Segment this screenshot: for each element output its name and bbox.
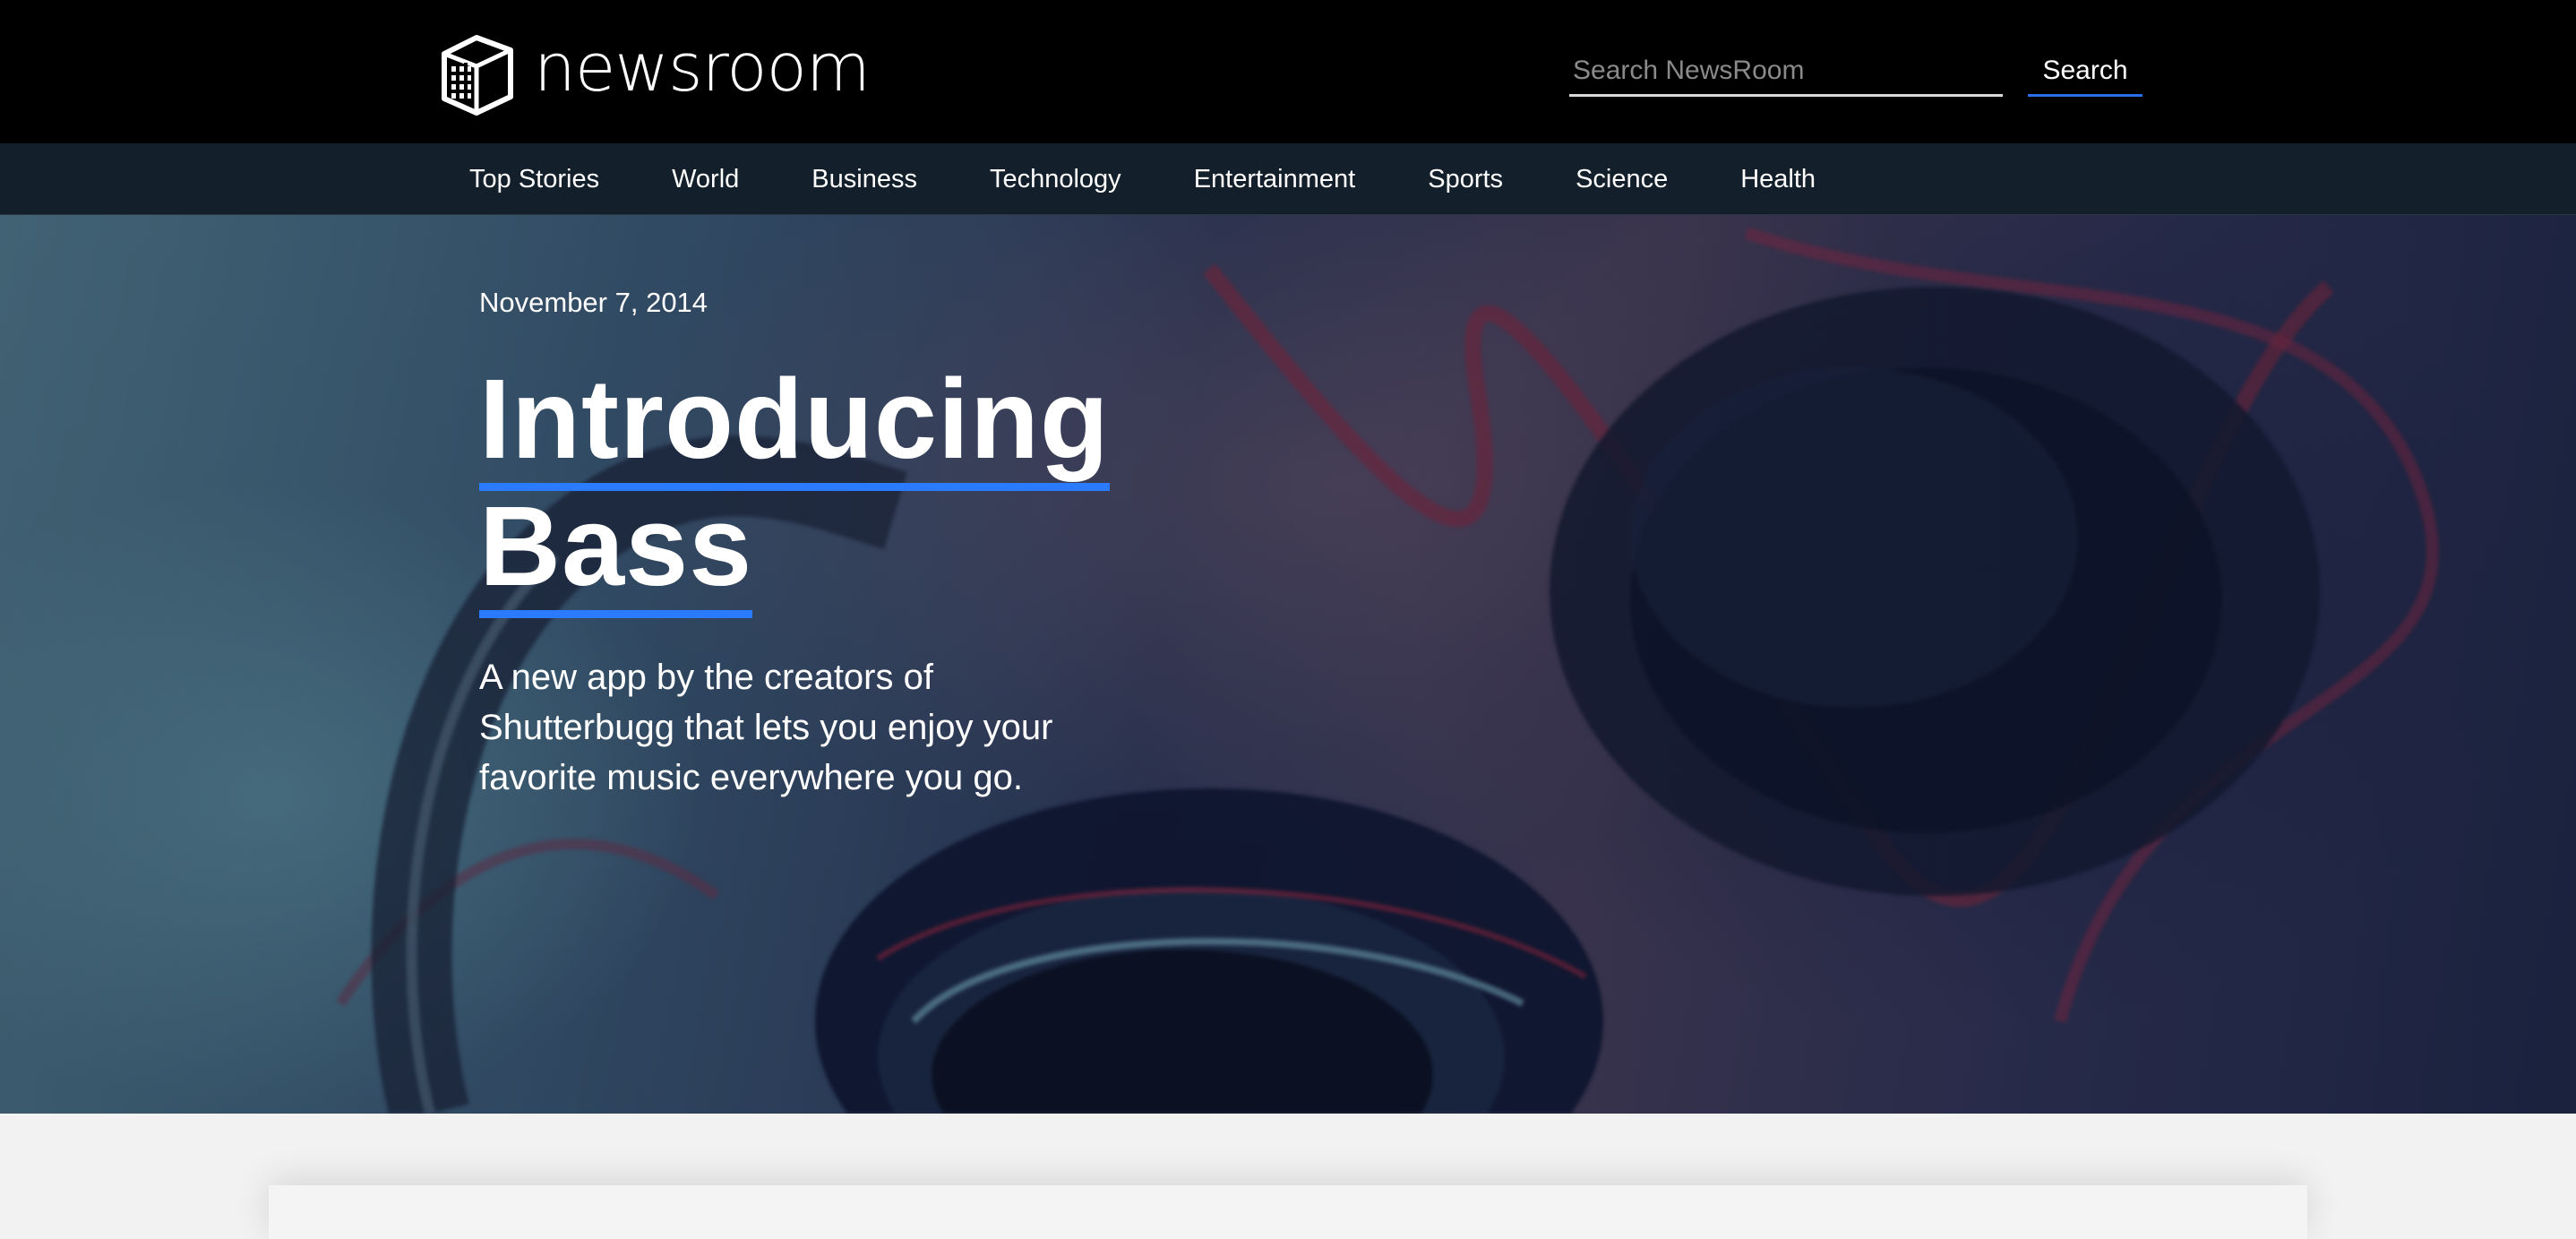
hero-title-line-2: Bass — [479, 490, 753, 618]
top-header: newsroom Search — [0, 0, 2576, 143]
section-nav-bar: Top Stories World Business Technology En… — [0, 143, 2576, 215]
hero-banner[interactable]: November 7, 2014 Introducing Bass A new … — [0, 215, 2576, 1114]
building-logo-icon — [442, 35, 513, 116]
hero-title-line-1: Introducing — [479, 363, 1110, 491]
logo-wordmark: newsroom — [534, 30, 871, 107]
search-field-wrapper — [1569, 47, 2003, 97]
nav-item-technology[interactable]: Technology — [990, 165, 1121, 194]
section-nav-list: Top Stories World Business Technology En… — [469, 143, 1888, 215]
search-button[interactable]: Search — [2028, 47, 2142, 97]
nav-item-business[interactable]: Business — [811, 165, 917, 194]
content-card — [269, 1185, 2307, 1239]
nav-item-science[interactable]: Science — [1576, 165, 1668, 194]
article-date: November 7, 2014 — [479, 287, 708, 318]
nav-item-world[interactable]: World — [672, 165, 739, 194]
hero-overlay — [0, 215, 2576, 1114]
hero-description: A new app by the creators of Shutterbugg… — [479, 658, 1053, 797]
nav-item-entertainment[interactable]: Entertainment — [1194, 165, 1356, 194]
nav-item-sports[interactable]: Sports — [1428, 165, 1503, 194]
content-area — [0, 1114, 2576, 1239]
newsroom-logo[interactable]: newsroom — [432, 25, 871, 118]
nav-item-top-stories[interactable]: Top Stories — [469, 165, 599, 194]
search-input[interactable] — [1569, 47, 2003, 94]
nav-item-health[interactable]: Health — [1740, 165, 1816, 194]
